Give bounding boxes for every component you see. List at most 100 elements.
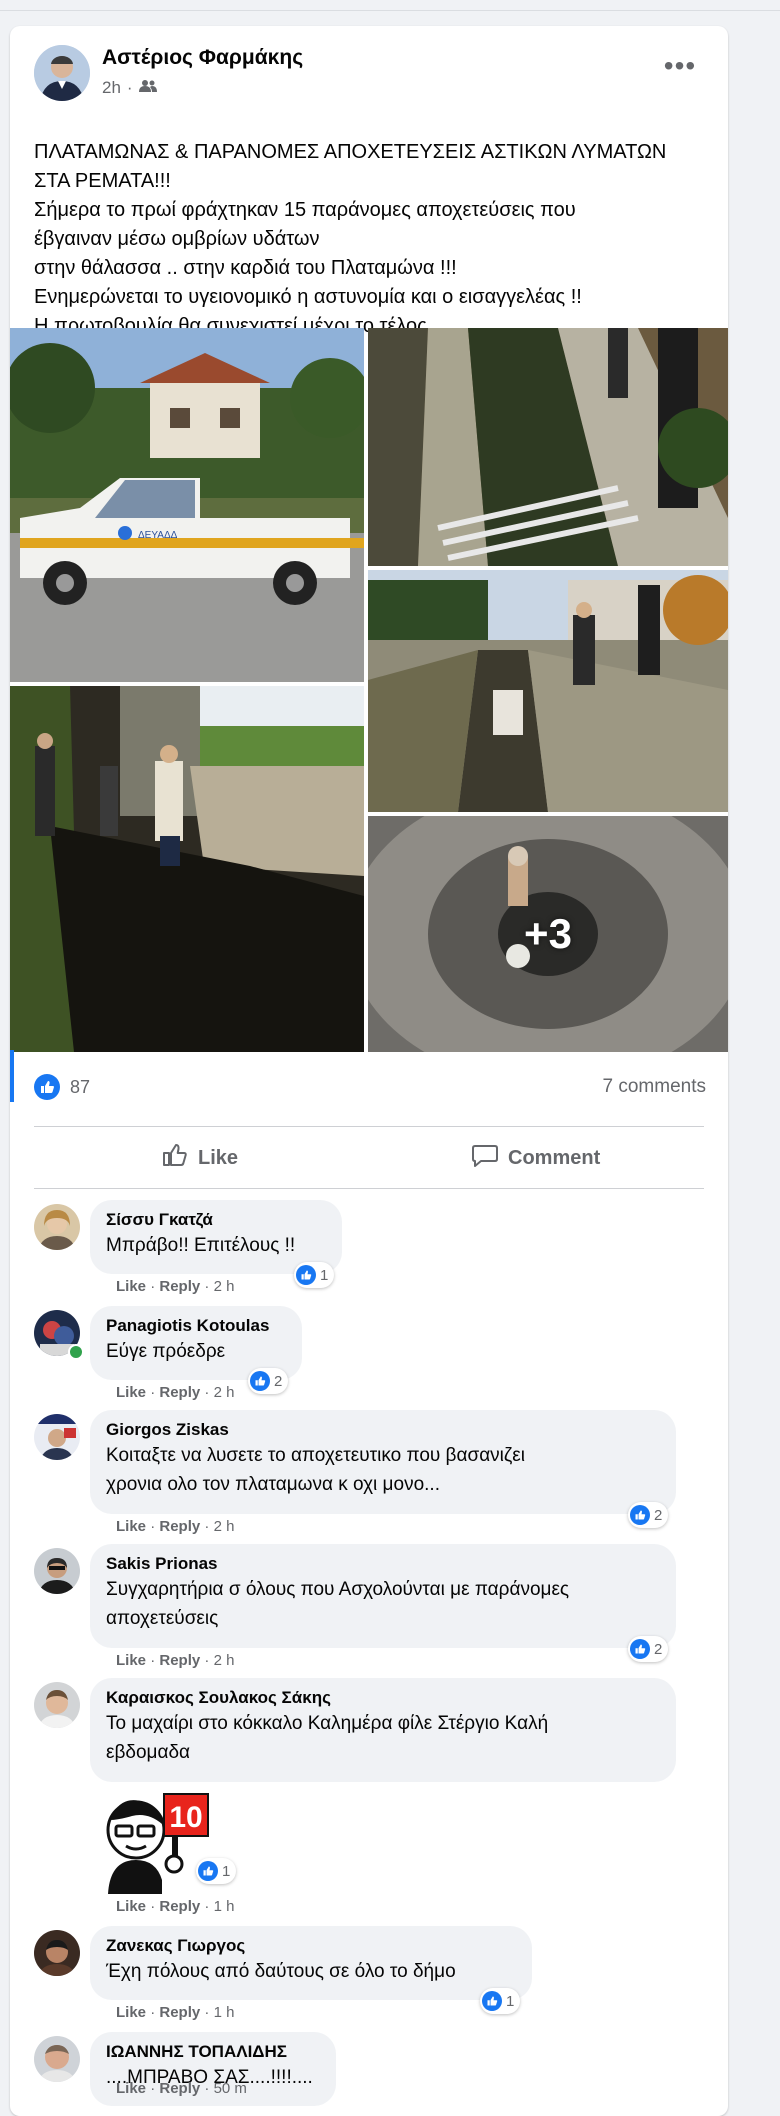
comment-text: Κοιταξτε να λυσετε το αποχετευτικο που β… [106, 1441, 660, 1499]
comment-reactions[interactable]: 2 [248, 1368, 289, 1394]
separator: · [204, 1652, 210, 1669]
post-text-line: ΠΛΑΤΑΜΩΝΑΣ & ΠΑΡΑΝΟΜΕΣ ΑΠΟΧΕΤΕΥΣΕΙΣ ΑΣΤΙ… [34, 141, 667, 163]
comment-reply-link[interactable]: Reply [159, 1384, 200, 1401]
comment-text-line: Εύγε πρόεδρε [106, 1341, 226, 1362]
comment-reply-link[interactable]: Reply [159, 1518, 200, 1535]
post-card: Αστέριος Φαρμάκης 2h · ••• ΠΛΑΤΑΜΩΝΑΣ & … [10, 26, 728, 2116]
separator: · [204, 2080, 210, 2097]
comment-reactions[interactable]: 2 [628, 1502, 669, 1528]
comment-like-count: 1 [506, 1992, 515, 2010]
comment-time[interactable]: 1 h [214, 2004, 235, 2021]
comment-like-link[interactable]: Like [116, 1652, 146, 1669]
comment-reply-link[interactable]: Reply [159, 2004, 200, 2021]
comment-bubble: Ζανεκας Γιωργος Έχη πόλους από δαύτους σ… [90, 1926, 532, 2000]
friends-audience-icon [138, 78, 157, 98]
comment-actions: Like · Reply · 2 h [116, 1278, 234, 1295]
commenter-avatar[interactable] [34, 1204, 80, 1250]
like-reaction-icon [630, 1505, 650, 1525]
like-button[interactable]: Like [162, 1138, 238, 1178]
comment-like-link[interactable]: Like [116, 1278, 146, 1295]
commenter-avatar[interactable] [34, 2036, 80, 2082]
like-reaction-icon [34, 1074, 60, 1100]
post-text-line: Σήμερα το πρωί φράχτηκαν 15 παράνομες απ… [34, 199, 576, 221]
comment-actions: Like · Reply · 2 h [116, 1652, 234, 1669]
reactions-summary[interactable]: 87 [34, 1072, 90, 1102]
comment-reactions[interactable]: 1 [196, 1858, 237, 1884]
like-reaction-icon [198, 1861, 218, 1881]
comment-time[interactable]: 1 h [214, 1898, 235, 1915]
commenter-avatar[interactable] [34, 1414, 80, 1460]
comment-reactions[interactable]: 1 [294, 1262, 335, 1288]
comment-time[interactable]: 2 h [214, 1652, 235, 1669]
commenter-name[interactable]: Sakis Prionas [106, 1553, 660, 1575]
comment-actions: Like · Reply · 1 h [116, 1898, 234, 1915]
separator: · [150, 1652, 156, 1669]
comment-reply-link[interactable]: Reply [159, 2080, 200, 2097]
photo-truck[interactable]: ΔΕΥΑΔΔ [10, 328, 364, 682]
comment-time[interactable]: 2 h [214, 1278, 235, 1295]
photo-stream[interactable] [10, 686, 364, 1052]
comments-count-link[interactable]: 7 comments [556, 1076, 706, 1098]
card-left-accent [10, 1050, 14, 1102]
separator: · [150, 2004, 156, 2021]
comment-reactions[interactable]: 2 [628, 1636, 669, 1662]
comment-like-count: 2 [654, 1640, 663, 1658]
separator: · [150, 1278, 156, 1295]
photo-pipe-more[interactable]: +3 [368, 816, 728, 1052]
comment-like-link[interactable]: Like [116, 2080, 146, 2097]
comment-like-link[interactable]: Like [116, 1898, 146, 1915]
commenter-name[interactable]: ΙΩΑΝΝΗΣ ΤΟΠΑΛΙΔΗΣ [106, 2041, 320, 2063]
separator: · [150, 1898, 156, 1915]
comment-actions: Like · Reply · 2 h [116, 1384, 234, 1401]
sticker-score: 10 [169, 1801, 202, 1834]
truck-label: ΔΕΥΑΔΔ [138, 530, 178, 541]
commenter-avatar[interactable] [34, 1548, 80, 1594]
comment-text-line: Έχη πόλους από δαύτους σε όλο το δήμο [106, 1961, 456, 1982]
commenter-name[interactable]: Σίσσυ Γκατζά [106, 1209, 326, 1231]
divider [34, 1126, 704, 1127]
author-avatar[interactable] [34, 45, 90, 101]
photo-channel-workers[interactable] [368, 570, 728, 812]
author-name[interactable]: Αστέριος Φαρμάκης [102, 46, 303, 70]
reactions-count: 87 [70, 1076, 91, 1097]
divider [34, 1188, 704, 1189]
commenter-avatar[interactable] [34, 1930, 80, 1976]
post-text-line: ΣΤΑ ΡΕΜΑΤΑ!!! [34, 170, 171, 192]
commenter-avatar[interactable] [34, 1682, 80, 1728]
comment-reactions[interactable]: 1 [480, 1988, 521, 2014]
comment-text-line: Το μαχαίρι στο κόκκαλο Καλημέρα φίλε Στέ… [106, 1713, 549, 1734]
commenter-name[interactable]: Giorgos Ziskas [106, 1419, 660, 1441]
comment-sticker[interactable]: 10 [98, 1788, 214, 1894]
comment-actions: Like · Reply · 50 m [116, 2080, 247, 2097]
comment-button[interactable]: Comment [472, 1138, 600, 1178]
comment-like-count: 2 [654, 1506, 663, 1524]
comment-text: Συγχαρητήρια σ όλους που Ασχολούνται με … [106, 1575, 660, 1633]
comment-bubble: Giorgos Ziskas Κοιταξτε να λυσετε το απο… [90, 1410, 676, 1514]
comment-like-link[interactable]: Like [116, 1384, 146, 1401]
comment-text: Έχη πόλους από δαύτους σε όλο το δήμο [106, 1957, 516, 1986]
comment-like-link[interactable]: Like [116, 2004, 146, 2021]
post-time[interactable]: 2h [102, 78, 121, 98]
comment-reply-link[interactable]: Reply [159, 1278, 200, 1295]
comment-text-line: εβδομαδα [106, 1742, 191, 1763]
more-photos-count[interactable]: +3 [368, 816, 728, 1052]
comment-reply-link[interactable]: Reply [159, 1898, 200, 1915]
separator: · [204, 2004, 210, 2021]
comment-time[interactable]: 50 m [214, 2080, 247, 2097]
comment-time[interactable]: 2 h [214, 1518, 235, 1535]
comment-actions: Like · Reply · 2 h [116, 1518, 234, 1535]
comment-text: Το μαχαίρι στο κόκκαλο Καλημέρα φίλε Στέ… [106, 1709, 660, 1767]
comment-reply-link[interactable]: Reply [159, 1652, 200, 1669]
post-meta: 2h · [102, 78, 157, 98]
comment-actions: Like · Reply · 1 h [116, 2004, 234, 2021]
commenter-name[interactable]: Ζανεκας Γιωργος [106, 1935, 516, 1957]
comment-like-count: 1 [222, 1862, 231, 1880]
commenter-name[interactable]: Panagiotis Kotoulas [106, 1315, 286, 1337]
comment-time[interactable]: 2 h [214, 1384, 235, 1401]
comment-like-link[interactable]: Like [116, 1518, 146, 1535]
commenter-name[interactable]: Καραισκος Σουλακος Σάκης [106, 1687, 660, 1709]
like-reaction-icon [296, 1265, 316, 1285]
like-reaction-icon [630, 1639, 650, 1659]
more-options-button[interactable]: ••• [660, 52, 700, 86]
photo-grate[interactable] [368, 328, 728, 566]
